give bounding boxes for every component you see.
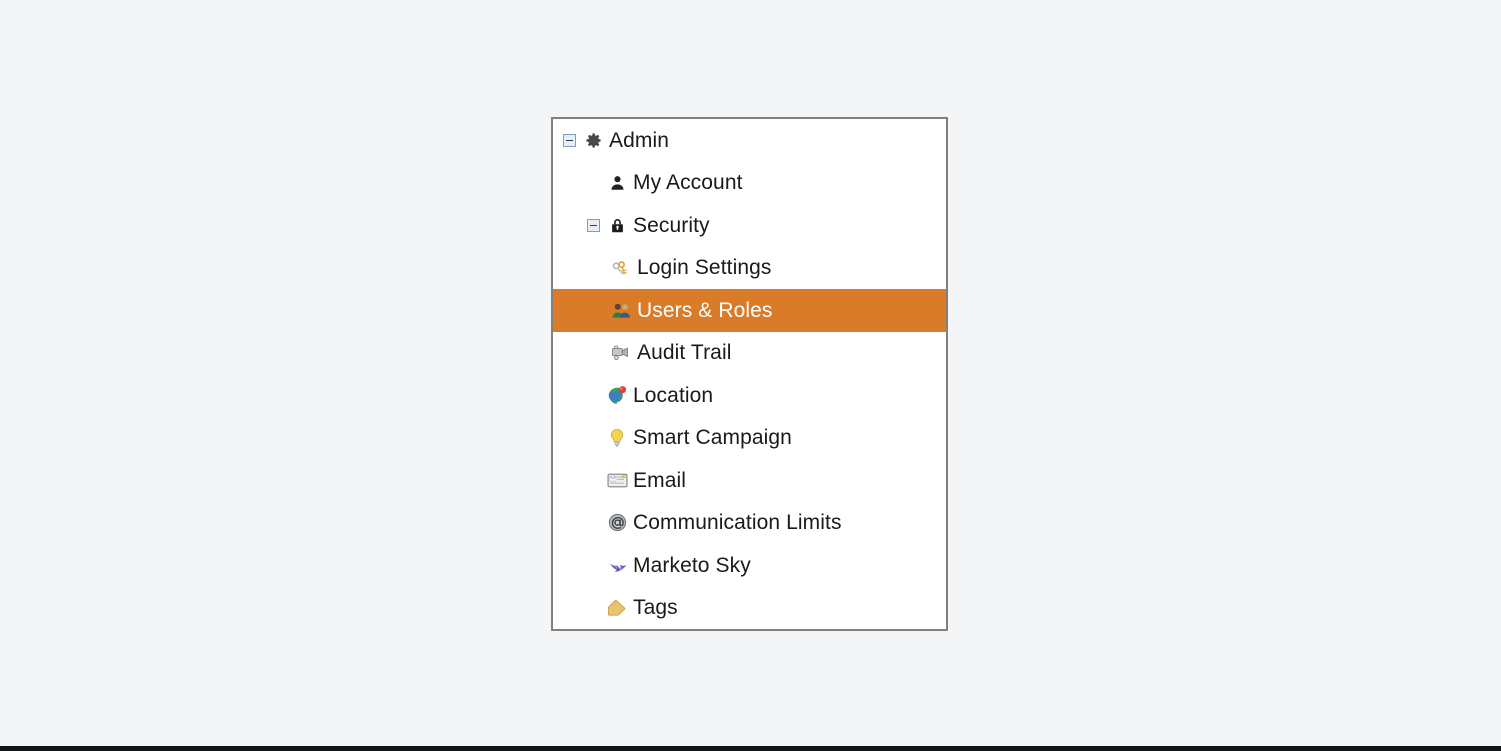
tree-item-audit-trail[interactable]: Audit Trail: [553, 332, 946, 375]
tree-item-label: Smart Campaign: [633, 426, 792, 450]
tree-item-label: Email: [633, 468, 687, 492]
tree-item-email[interactable]: Email: [553, 459, 946, 502]
tree-item-my-account[interactable]: My Account: [553, 162, 946, 205]
tree-item-communication-limits[interactable]: Communication Limits: [553, 502, 946, 545]
video-camera-icon: [610, 342, 632, 364]
tree-item-location[interactable]: Location: [553, 374, 946, 417]
tree-item-label: Audit Trail: [637, 341, 732, 365]
tree-item-login-settings[interactable]: Login Settings: [553, 247, 946, 290]
bottom-edge-strip: [0, 746, 1501, 751]
tree-item-label: Security: [633, 213, 710, 237]
tree-item-label: Users & Roles: [637, 298, 773, 322]
users-icon: [610, 299, 632, 321]
gear-icon: [582, 129, 604, 151]
tree-item-marketo-sky[interactable]: Marketo Sky: [553, 544, 946, 587]
tree-item-label: Login Settings: [637, 256, 772, 280]
tag-icon: [606, 597, 628, 619]
at-sign-icon: [606, 512, 628, 534]
tree-item-users-roles[interactable]: Users & Roles: [553, 289, 946, 332]
lightbulb-icon: [606, 427, 628, 449]
lock-icon: [606, 214, 628, 236]
collapse-minus-icon[interactable]: [587, 218, 600, 232]
admin-navigation-tree-panel: Admin My Account Security Login Settings Use…: [551, 117, 948, 631]
tree-item-label: Marketo Sky: [633, 553, 751, 577]
collapse-minus-icon[interactable]: [563, 133, 576, 147]
tree-item-label: Location: [633, 383, 714, 407]
tree-item-admin[interactable]: Admin: [553, 119, 946, 162]
tree-item-security[interactable]: Security: [553, 204, 946, 247]
tree-item-label: Communication Limits: [633, 511, 842, 535]
tree-item-smart-campaign[interactable]: Smart Campaign: [553, 417, 946, 460]
tree-item-label: Admin: [609, 128, 670, 152]
tree-item-label: Tags: [633, 596, 678, 620]
envelope-card-icon: [606, 469, 628, 491]
tree-item-label: My Account: [633, 171, 743, 195]
globe-pin-icon: [606, 384, 628, 406]
admin-tree-list: Admin My Account Security Login Settings Use…: [553, 119, 946, 629]
person-icon: [606, 172, 628, 194]
key-icon: [610, 257, 632, 279]
bird-icon: [606, 554, 628, 576]
tree-item-tags[interactable]: Tags: [553, 587, 946, 630]
